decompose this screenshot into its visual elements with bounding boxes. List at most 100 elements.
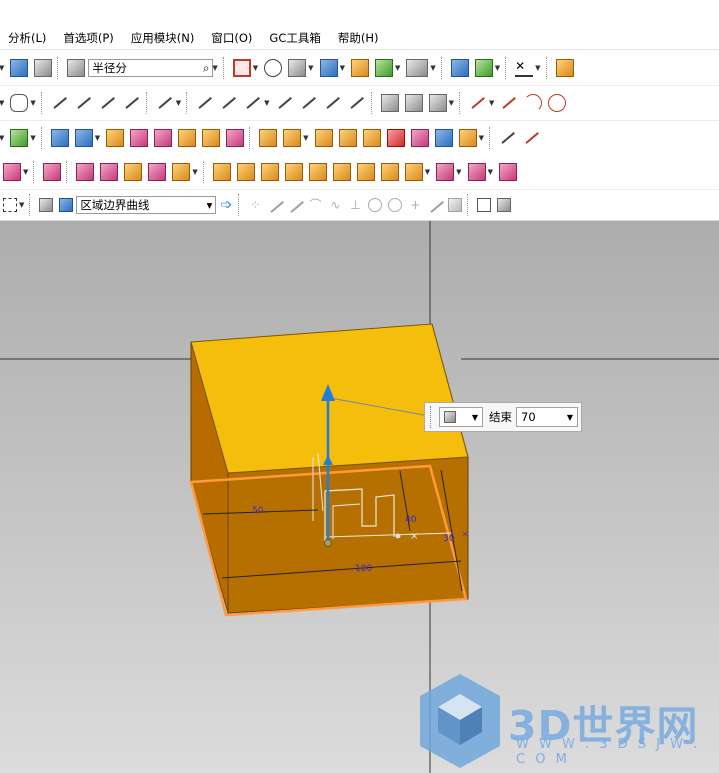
fillet-icon[interactable] — [123, 94, 141, 112]
dropdown-arrow[interactable]: ▼ — [176, 99, 181, 107]
snap-quadrant-icon[interactable] — [368, 198, 383, 212]
sketch-profile-icon[interactable] — [10, 94, 29, 112]
dropdown-arrow[interactable]: ▼ — [340, 64, 345, 72]
toolbar-grip[interactable] — [505, 57, 508, 79]
dropdown-arrow[interactable]: ▼ — [0, 134, 4, 142]
toolbar-grip[interactable] — [145, 92, 149, 114]
dropdown-arrow[interactable]: ▼ — [308, 64, 313, 72]
popup-grip[interactable] — [430, 406, 435, 428]
dropdown-arrow[interactable]: ▼ — [425, 168, 430, 176]
extrude-origin-handle[interactable] — [324, 539, 332, 547]
toolbar-grip[interactable] — [40, 127, 44, 149]
dropdown-arrow[interactable]: ▼ — [253, 64, 258, 72]
wcs-icon[interactable] — [474, 59, 493, 77]
snap-arc-center-icon[interactable]: ⊥ — [348, 198, 362, 212]
toolbar-grip[interactable] — [238, 194, 241, 216]
select-rect-icon[interactable] — [3, 198, 17, 212]
toolbar-grip[interactable] — [57, 57, 60, 79]
select-body-icon[interactable] — [59, 198, 74, 212]
alternate-solution-icon[interactable] — [348, 94, 366, 112]
info-icon[interactable] — [67, 59, 86, 77]
datum-icon[interactable] — [10, 129, 29, 147]
sync-resize-blend-icon[interactable] — [308, 163, 327, 181]
dim-label-30[interactable]: 30 — [443, 534, 455, 544]
sheet-icon[interactable] — [148, 163, 167, 181]
menu-gc-toolbox[interactable]: GC工具箱 — [261, 30, 329, 46]
curve-rule-select[interactable]: 区域边界曲线 ▾ — [76, 196, 217, 214]
remove-constraint-icon[interactable] — [324, 94, 342, 112]
dropdown-arrow[interactable]: ▼ — [456, 168, 461, 176]
subtract-icon[interactable] — [434, 129, 453, 147]
toolbar-grip[interactable] — [33, 161, 36, 183]
solid-body-filter-icon[interactable] — [39, 198, 54, 212]
profile-line-icon[interactable] — [499, 129, 517, 147]
n-sided-icon[interactable] — [172, 163, 191, 181]
dropdown-arrow[interactable]: ▼ — [95, 134, 100, 142]
chamfer-icon[interactable] — [283, 129, 302, 147]
toolbar-grip[interactable] — [488, 127, 492, 149]
body-front-face[interactable] — [227, 456, 469, 614]
arc-icon[interactable] — [524, 94, 543, 112]
search-icon[interactable]: ⌕ — [203, 61, 209, 76]
auto-constraint-icon[interactable] — [276, 94, 294, 112]
extrude-icon[interactable] — [50, 129, 69, 147]
snap-control-point-icon[interactable]: ⌒ — [308, 198, 322, 212]
sync-linear-dimension-icon[interactable] — [436, 163, 455, 181]
move-object-icon[interactable] — [450, 59, 469, 77]
snap-intersection-icon[interactable]: ∿ — [328, 198, 342, 212]
snap-existing-point-icon[interactable]: + — [408, 198, 422, 212]
dropdown-arrow[interactable]: ▼ — [19, 201, 24, 209]
quick-extend-icon[interactable] — [75, 94, 93, 112]
menu-preferences[interactable]: 首选项(P) — [55, 30, 122, 46]
dropdown-arrow[interactable]: ▼ — [0, 64, 4, 72]
orient-view-icon[interactable] — [288, 59, 307, 77]
dim-label-40[interactable]: 40 — [405, 515, 417, 525]
dropdown-arrow[interactable]: ▼ — [395, 64, 400, 72]
circle-icon[interactable] — [548, 94, 567, 112]
sync-delete-face-icon[interactable] — [236, 163, 255, 181]
selection-icon[interactable] — [34, 59, 53, 77]
dropdown-arrow[interactable]: ▼ — [23, 168, 28, 176]
toolbar-grip[interactable] — [370, 92, 374, 114]
toolbar-grip[interactable] — [458, 92, 462, 114]
toolbar-grip[interactable] — [545, 57, 549, 79]
dropdown-arrow[interactable]: ▼ — [264, 99, 269, 107]
shell-icon[interactable] — [314, 129, 333, 147]
sync-pattern-face-icon[interactable] — [404, 163, 423, 181]
dropdown-arrow[interactable]: ▼ — [495, 64, 500, 72]
groove-icon[interactable] — [226, 129, 245, 147]
parallel-icon[interactable] — [220, 94, 238, 112]
toolbar-grip[interactable] — [202, 161, 206, 183]
mirror-curve-icon[interactable] — [428, 94, 447, 112]
make-corner-icon[interactable] — [99, 94, 117, 112]
menu-application[interactable]: 应用模块(N) — [123, 30, 204, 46]
pocket-icon[interactable] — [154, 129, 173, 147]
line-tool-icon[interactable] — [500, 94, 518, 112]
shaded-cube-icon[interactable] — [319, 59, 338, 77]
dropdown-arrow[interactable]: ▼ — [0, 99, 4, 107]
through-curves-icon[interactable] — [43, 163, 62, 181]
csys-icon[interactable]: ✕ — [515, 59, 534, 77]
draft-icon[interactable] — [338, 129, 357, 147]
swept-icon[interactable] — [124, 163, 143, 181]
chevron-down-icon[interactable]: ▼ — [472, 413, 478, 422]
unite-icon[interactable] — [410, 129, 429, 147]
show-constraints-icon[interactable] — [300, 94, 318, 112]
dropdown-arrow[interactable]: ▼ — [30, 99, 35, 107]
section-view-icon[interactable] — [350, 59, 369, 77]
dropdown-arrow[interactable]: ▼ — [479, 134, 484, 142]
dropdown-arrow[interactable]: ▼ — [535, 64, 540, 72]
fit-view-icon[interactable] — [232, 59, 251, 77]
chevron-down-icon[interactable]: ▾ — [207, 198, 213, 212]
dim-label-100[interactable]: 100 — [355, 564, 372, 574]
toolbar-grip[interactable] — [66, 161, 69, 183]
dropdown-arrow[interactable]: ▼ — [430, 64, 435, 72]
sync-replace-face-icon[interactable] — [260, 163, 279, 181]
sync-reorder-icon[interactable] — [498, 163, 517, 181]
edit-icon[interactable] — [10, 59, 29, 77]
chevron-down-icon[interactable]: ▼ — [567, 413, 573, 422]
snap-field[interactable]: 半径分 ⌕ — [88, 59, 214, 77]
toolbar-grip[interactable] — [186, 92, 189, 114]
dimension-icon[interactable] — [156, 94, 174, 112]
snap-end-point-icon[interactable] — [268, 198, 282, 212]
